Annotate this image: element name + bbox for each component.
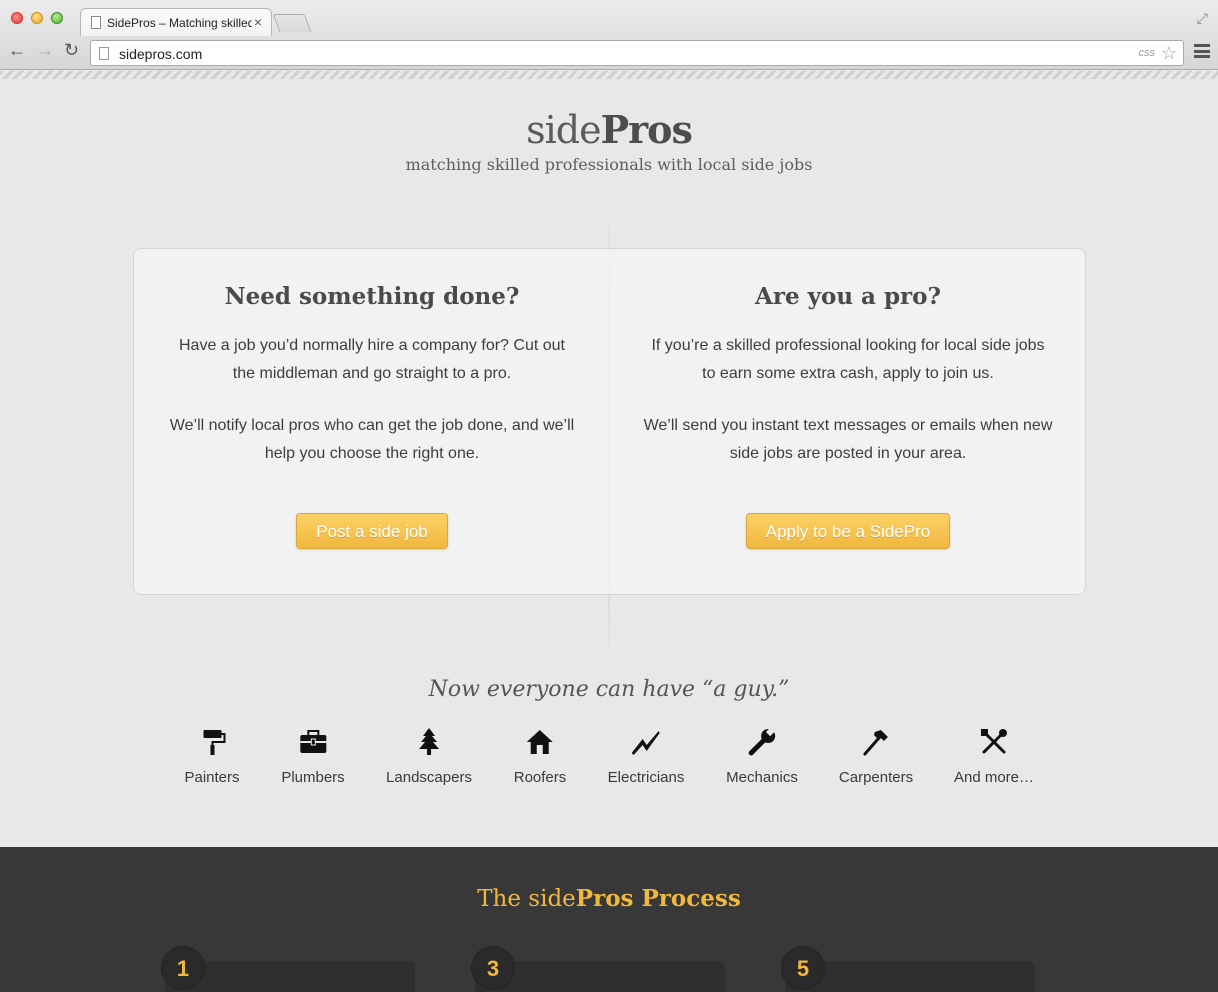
tab-title: SidePros – Matching skilled professional… xyxy=(107,16,252,30)
browser-tab[interactable]: SidePros – Matching skilled professional… xyxy=(80,8,272,36)
tree-icon xyxy=(419,728,439,755)
hammer-icon xyxy=(863,730,888,756)
process-section: The sidePros Process 1 3 5 xyxy=(0,847,1218,992)
trade-carpenters[interactable]: Carpenters xyxy=(839,727,913,786)
step-number: 3 xyxy=(471,946,515,990)
pro-paragraph-2: We’ll send you instant text messages or … xyxy=(643,417,1053,462)
minimize-window-button[interactable] xyxy=(31,12,43,24)
trades-list: Painters Plumbers Landscapers Roofers El… xyxy=(0,727,1218,797)
tab-close-icon[interactable]: × xyxy=(254,14,262,30)
browser-menu-icon[interactable] xyxy=(1194,44,1210,58)
house-icon xyxy=(527,730,553,754)
top-border-decoration xyxy=(0,71,1218,79)
lightning-icon xyxy=(631,731,660,755)
trade-plumbers[interactable]: Plumbers xyxy=(281,727,345,786)
page-icon xyxy=(91,16,101,29)
css-extension-icon[interactable]: css xyxy=(1139,47,1156,59)
trade-mechanics[interactable]: Mechanics xyxy=(726,727,798,786)
trade-painters[interactable]: Painters xyxy=(184,727,240,786)
post-side-job-button[interactable]: Post a side job xyxy=(296,513,448,549)
browser-chrome: SidePros – Matching skilled professional… xyxy=(0,0,1218,70)
zoom-window-button[interactable] xyxy=(51,12,63,24)
forward-button[interactable]: → xyxy=(36,40,54,61)
new-tab-button[interactable] xyxy=(272,14,312,32)
trade-roofers[interactable]: Roofers xyxy=(514,727,566,786)
site-logo[interactable]: sidePros xyxy=(0,107,1218,152)
wrench-icon xyxy=(748,727,775,756)
need-something-column: Need something done? Have a job you’d no… xyxy=(134,249,610,594)
address-bar[interactable]: sidepros.com css ☆ xyxy=(90,40,1184,66)
tagline: matching skilled professionals with loca… xyxy=(405,155,813,174)
pro-heading: Are you a pro? xyxy=(755,283,941,310)
toolbox-icon xyxy=(299,730,326,753)
trade-landscapers[interactable]: Landscapers xyxy=(386,727,472,786)
bookmark-star-icon[interactable]: ☆ xyxy=(1161,43,1177,64)
guy-heading: Now everyone can have “a guy.” xyxy=(428,677,790,702)
step-number: 5 xyxy=(781,946,825,990)
reload-button[interactable]: ↻ xyxy=(64,40,79,61)
need-paragraph-1: Have a job you’d normally hire a company… xyxy=(179,337,565,382)
back-button[interactable]: ← xyxy=(8,40,26,61)
tools-icon xyxy=(980,729,1007,754)
intro-panel: Need something done? Have a job you’d no… xyxy=(133,248,1086,595)
process-title: The sidePros Process xyxy=(477,885,741,912)
are-you-pro-column: Are you a pro? If you’re a skilled profe… xyxy=(610,249,1086,594)
step-number: 1 xyxy=(161,946,205,990)
close-window-button[interactable] xyxy=(11,12,23,24)
apply-sidepro-button[interactable]: Apply to be a SidePro xyxy=(745,513,951,549)
need-paragraph-2: We’ll notify local pros who can get the … xyxy=(169,417,575,462)
url-text[interactable]: sidepros.com xyxy=(119,46,202,62)
need-heading: Need something done? xyxy=(224,283,520,310)
paint-roller-icon xyxy=(203,730,225,755)
trade-electricians[interactable]: Electricians xyxy=(608,727,684,786)
pro-paragraph-1: If you’re a skilled professional looking… xyxy=(651,337,1045,382)
trade-and-more[interactable]: And more… xyxy=(954,727,1034,786)
page-icon xyxy=(99,47,109,60)
page: sidePros matching skilled professionals … xyxy=(0,71,1218,992)
fullscreen-icon[interactable]: ⤢ xyxy=(1197,10,1208,27)
